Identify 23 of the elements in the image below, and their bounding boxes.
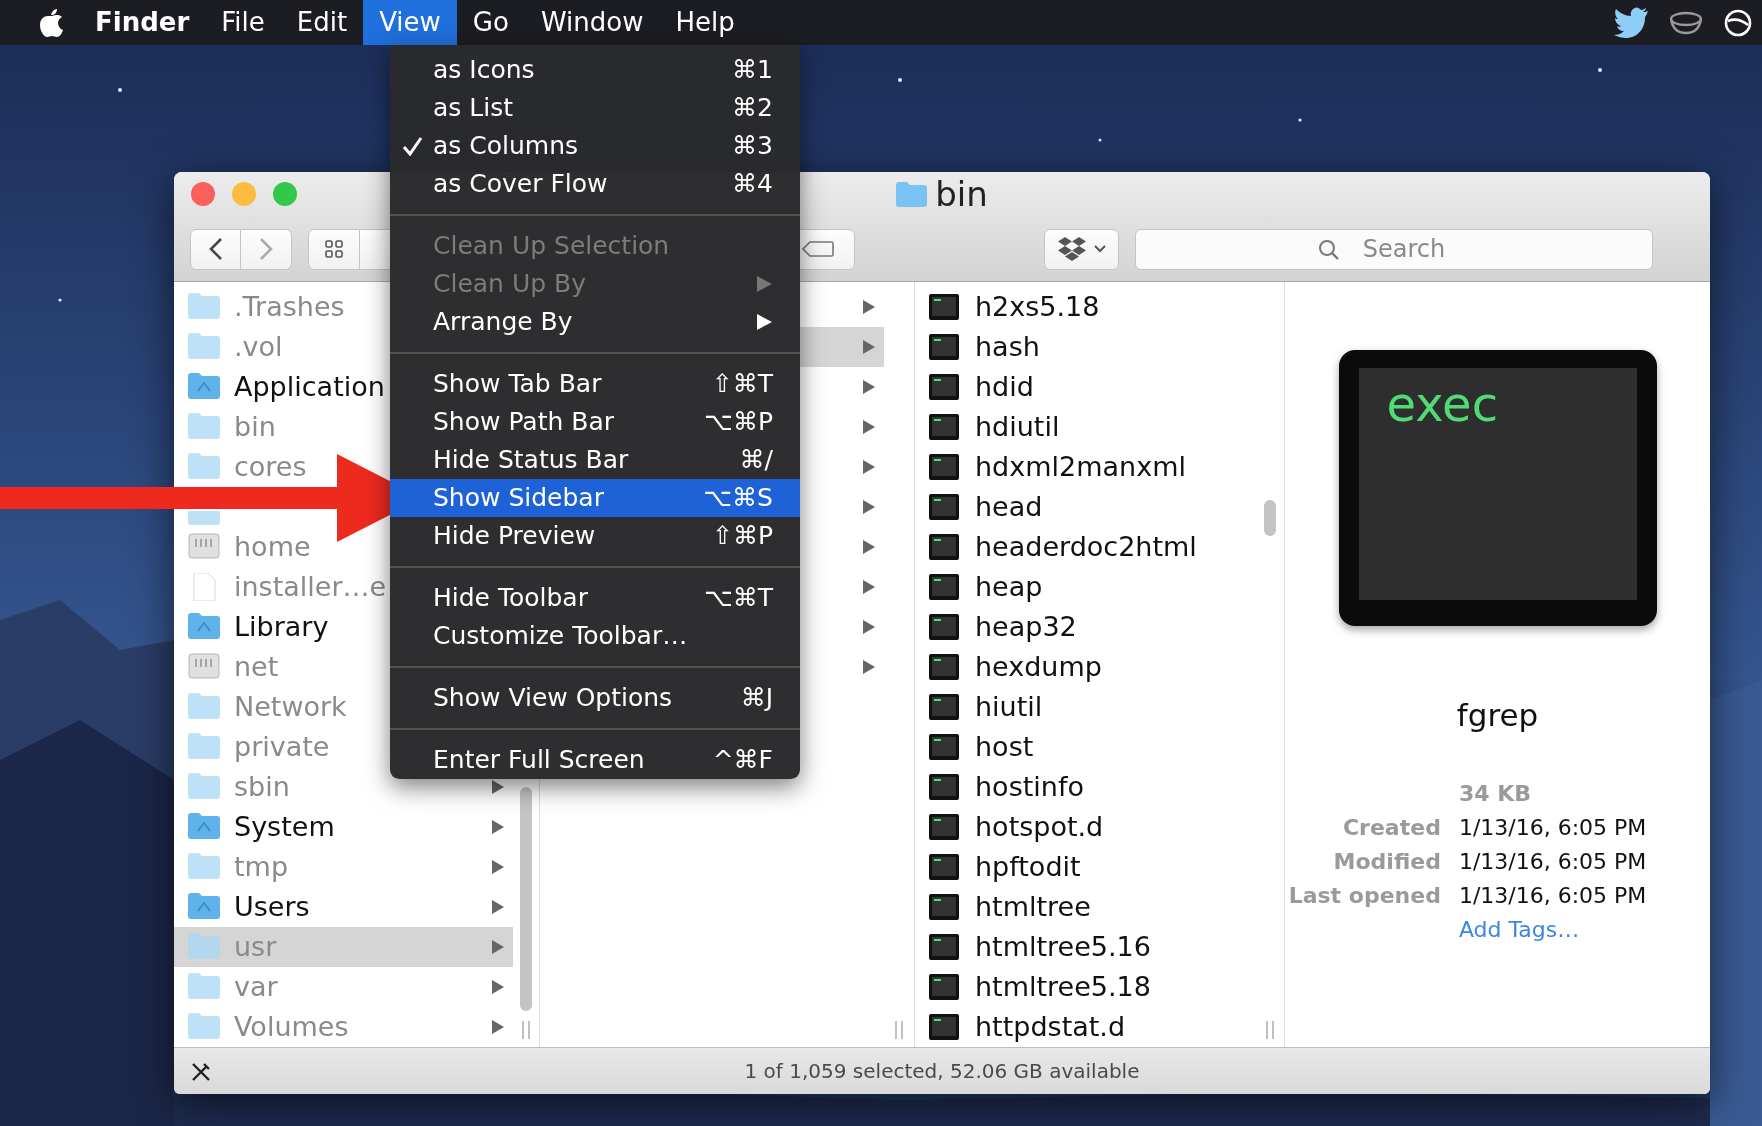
- menu-shortcut: ⇧⌘P: [711, 520, 773, 553]
- info-value: 1/13/16, 6:05 PM: [1458, 847, 1647, 876]
- file-size: 34 KB: [1458, 779, 1532, 808]
- menu-shortcut: ⌘1: [732, 54, 773, 87]
- menu-shortcut: ⌘4: [732, 168, 773, 201]
- info-label: Last opened: [1288, 881, 1441, 910]
- menu-shortcut: ⌘3: [732, 130, 773, 163]
- info-value: 1/13/16, 6:05 PM: [1458, 813, 1647, 842]
- menu-shortcut: ⌥⌘T: [703, 582, 773, 615]
- icon-label: exec: [1386, 375, 1500, 434]
- menu-shortcut: ⌥⌘S: [703, 482, 773, 515]
- menu-shortcut: ⌘/: [739, 444, 773, 477]
- menu-shortcut: ⌘2: [732, 92, 773, 125]
- menu-shortcut: ⌘J: [740, 682, 773, 715]
- file-name: fgrep: [1456, 696, 1539, 735]
- window-title: bin: [935, 174, 988, 214]
- info-label: Modified: [1332, 847, 1441, 876]
- menu-shortcut: ^⌘F: [712, 744, 773, 777]
- status-text: 1 of 1,059 selected, 52.06 GB available: [743, 1058, 1141, 1085]
- info-value: 1/13/16, 6:05 PM: [1458, 881, 1647, 910]
- info-label: Created: [1341, 813, 1441, 842]
- menu-shortcut: ⇧⌘T: [711, 368, 773, 401]
- menu-shortcut: ⌥⌘P: [704, 406, 773, 439]
